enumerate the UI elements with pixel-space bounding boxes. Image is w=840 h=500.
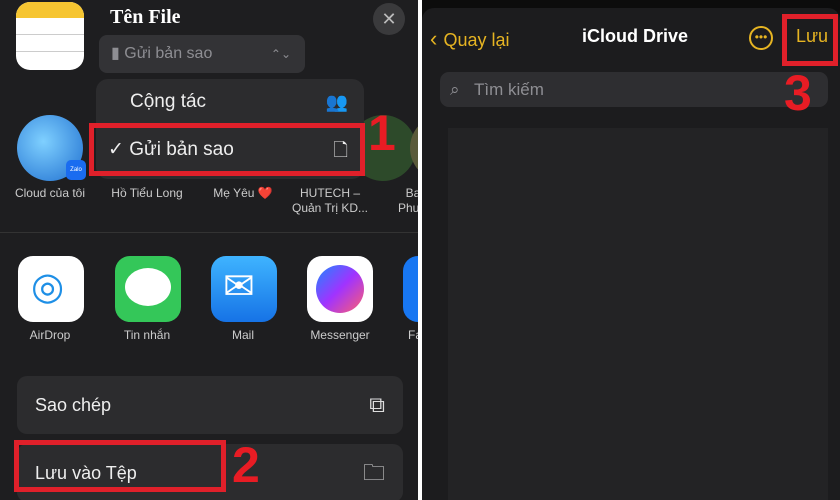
mode-select[interactable]: ▮ Gửi bản sao ⌃⌄ [99, 35, 305, 73]
file-title: Tên File [110, 6, 181, 28]
contact-name: HUTECH – Quản Trị KD... [291, 186, 369, 215]
search-placeholder: Tìm kiếm [474, 80, 544, 99]
search-input[interactable]: ⌕ Tìm kiếm [440, 72, 828, 107]
message-bubble-icon [125, 268, 171, 306]
files-picker: ‹ Quay lại iCloud Drive ••• Lưu ⌕ Tìm kiế… [422, 0, 840, 500]
notes-app-icon [16, 2, 84, 70]
app-label: Fa [408, 328, 418, 342]
app-label: Mail [231, 328, 254, 342]
chevron-left-icon: ‹ [430, 26, 444, 51]
action-label: Sao chép [35, 395, 112, 415]
chevron-updown-icon: ⌃⌄ [270, 47, 291, 61]
search-icon: ⌕ [450, 80, 460, 99]
app-label: AirDrop [29, 328, 71, 342]
divider [0, 232, 418, 233]
app-label: Messenger [310, 328, 370, 342]
file-list-area [448, 128, 828, 500]
close-icon: ✕ [381, 9, 397, 29]
annotation-step-1: 1 [368, 105, 396, 161]
copy-action[interactable]: Sao chép ⧉ [17, 376, 403, 434]
mail-app[interactable]: ✉ [211, 256, 277, 322]
copy-icon: ⧉ [369, 392, 385, 417]
contact-name: Mẹ Yêu ❤️ [213, 186, 273, 200]
annotation-box-2 [14, 440, 226, 492]
contact-avatar[interactable] [410, 115, 418, 181]
people-icon: 👥 [325, 92, 348, 112]
airdrop-app[interactable]: ◎ [18, 256, 84, 322]
contact-name: Hồ Tiểu Long [111, 186, 183, 200]
ellipsis-icon: ••• [754, 30, 768, 44]
more-button[interactable]: ••• [749, 26, 773, 50]
share-sheet: Tên File ✕ ▮ Gửi bản sao ⌃⌄ Zalo Cloud củ… [0, 0, 418, 500]
menu-item-collaborate[interactable]: Cộng tác 👥 [96, 79, 364, 125]
contact-name: Ba Phu... [398, 186, 418, 215]
contact-name: Cloud của tôi [14, 186, 86, 200]
back-button[interactable]: ‹ Quay lại [430, 26, 510, 52]
back-label: Quay lại [443, 30, 510, 50]
envelope-icon: ✉ [223, 266, 255, 308]
nav-title: iCloud Drive [582, 26, 689, 46]
annotation-box-1 [89, 123, 365, 176]
doc-icon: ▮ [111, 45, 125, 62]
annotation-box-3 [782, 14, 838, 66]
app-label: Tin nhắn [123, 328, 171, 342]
messenger-icon [316, 265, 364, 313]
folder-icon: 🗀 [362, 460, 385, 485]
messenger-app[interactable] [307, 256, 373, 322]
annotation-step-2: 2 [232, 437, 260, 493]
facebook-app[interactable] [403, 256, 418, 322]
mode-select-value: Gửi bản sao [124, 45, 213, 62]
annotation-step-3: 3 [784, 65, 812, 121]
zalo-badge: Zalo [66, 160, 86, 180]
close-button[interactable]: ✕ [373, 3, 405, 35]
menu-item-label: Cộng tác [130, 91, 207, 112]
messages-app[interactable] [115, 256, 181, 322]
airdrop-icon: ◎ [31, 266, 65, 308]
